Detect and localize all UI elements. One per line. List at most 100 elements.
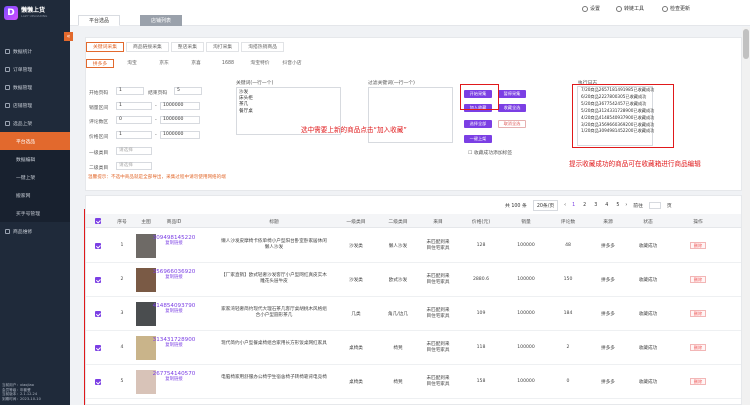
collect-tab-3[interactable]: 淘打采集 — [206, 42, 240, 52]
sidebar-item-3[interactable]: 店铺管理 — [0, 96, 70, 114]
page-number[interactable]: 4 — [605, 203, 608, 208]
cat2-select[interactable]: 请选择 — [116, 162, 152, 170]
tab-shop-list[interactable]: 店铺列表 — [140, 15, 183, 26]
sidebar-item-label: 数据管理 — [13, 85, 33, 91]
cat2-label: 二级类目 — [89, 166, 109, 171]
page-number[interactable]: 2 — [583, 203, 586, 208]
sidebar-item-0[interactable]: 数据统计 — [0, 42, 70, 60]
row-checkbox[interactable] — [95, 379, 101, 385]
sidebar-item-label: 选品上架 — [13, 121, 33, 127]
product-id-link[interactable]: 267754140570 复制链接 — [153, 371, 196, 383]
copy-link-button[interactable]: 复制链接 — [153, 275, 196, 281]
platform-tab-1[interactable]: 淘宝 — [118, 59, 146, 68]
copy-link-button[interactable]: 复制链接 — [153, 309, 196, 315]
collect-tab-4[interactable]: 淘搭热销商品 — [241, 42, 284, 52]
sidebar-item-1[interactable]: 订单管理 — [0, 60, 70, 78]
comments-to-input[interactable]: 1000000 — [160, 116, 200, 124]
sidebar-item-2[interactable]: 数据管理 — [0, 78, 70, 96]
platform-tab-6[interactable]: 抖音小店 — [278, 59, 306, 68]
page-number[interactable]: 3 — [594, 203, 597, 208]
select-all-button[interactable]: 选择全部 — [464, 120, 492, 128]
row-checkbox[interactable] — [95, 243, 101, 249]
product-id-link[interactable]: 414854093790 复制链接 — [153, 303, 196, 315]
platform-tab-2[interactable]: 京东 — [150, 59, 178, 68]
product-id-link[interactable]: 356966036920 复制链接 — [153, 269, 196, 281]
next-page-icon[interactable]: › — [625, 203, 627, 208]
end-page-input[interactable]: 5 — [174, 87, 202, 95]
scrollbar[interactable] — [742, 27, 750, 405]
start-page-label: 开始页码 — [89, 91, 109, 96]
product-id-link[interactable]: 313431728900 复制链接 — [153, 337, 196, 349]
collect-tab-1[interactable]: 商品链接采集 — [126, 42, 169, 52]
annotation-box-buttons — [460, 84, 499, 110]
link-icon — [616, 5, 622, 12]
comments: 150 — [563, 277, 573, 282]
sidebar-item-4[interactable]: 选品上架 — [0, 114, 70, 132]
cat1-select[interactable]: 请选择 — [116, 147, 152, 155]
price-from-input[interactable]: 1 — [116, 131, 152, 139]
copy-link-button[interactable]: 复制链接 — [153, 241, 196, 247]
column-header: 评论数 — [560, 220, 576, 225]
sidebar-item-6[interactable]: 数据编辑 — [0, 150, 70, 168]
copy-link-button[interactable]: 复制链接 — [153, 343, 196, 349]
platform-tab-0[interactable]: 拼多多 — [86, 59, 114, 68]
page-number[interactable]: 1 — [572, 203, 575, 208]
gear-icon — [582, 5, 588, 12]
comments-from-input[interactable]: 0 — [116, 116, 152, 124]
copy-link-button[interactable]: 复制链接 — [153, 377, 196, 383]
sidebar-item-9[interactable]: 买手号管理 — [0, 204, 70, 222]
select-all-checkbox[interactable] — [95, 218, 101, 224]
table-header: 序号 主图 商品ID 标题 一级类目 二级类目 来目 价格(元) 销量 评论数 来源 状态 操作 — [86, 214, 741, 228]
sidebar-item-7[interactable]: 一键上架 — [0, 168, 70, 186]
sidebar-item-5[interactable]: 平台选品 — [0, 132, 70, 150]
row-checkbox[interactable] — [95, 277, 101, 283]
sidebar-item-label: 平台选品 — [16, 139, 36, 145]
delete-button[interactable]: 删除 — [690, 344, 706, 351]
price: 118 — [476, 345, 486, 350]
link-tool-button[interactable]: 转链工具 — [616, 5, 644, 12]
refresh-icon — [662, 5, 668, 12]
sidebar-toggle-icon[interactable]: « — [64, 32, 73, 41]
annotation-add-favorite: 选中需要上新的商品点击“加入收藏” — [301, 126, 407, 134]
scrollbar-thumb[interactable] — [743, 29, 749, 59]
start-page-input[interactable]: 1 — [116, 87, 144, 95]
delete-button[interactable]: 删除 — [690, 310, 706, 317]
table-row: 1 309498145220 复制链接 懒人沙发皮摩椅卡侬单椅小户型阳台卧室卧家居休闲… — [86, 229, 741, 263]
source-category: 未匹配到来目住宅家具 — [426, 342, 450, 353]
platform-tab-5[interactable]: 淘宝特价 — [246, 59, 274, 68]
sales: 100000 — [517, 311, 535, 316]
goto-label: 前往 — [633, 204, 643, 209]
page-size-select[interactable]: 20条/页 — [532, 200, 559, 211]
origin: 拼多多 — [601, 278, 615, 283]
update-button[interactable]: 检查更新 — [662, 5, 690, 12]
keyword-label: 关键词(一行一个) — [236, 81, 274, 86]
sales-to-input[interactable]: 1000000 — [160, 102, 200, 110]
collect-tab-2[interactable]: 整店采集 — [170, 42, 204, 52]
prev-page-icon[interactable]: ‹ — [564, 203, 566, 208]
delete-button[interactable]: 删除 — [690, 242, 706, 249]
sidebar-item-10[interactable]: 商品维修 — [0, 222, 70, 240]
platform-tab-4[interactable]: 1688 — [214, 59, 242, 68]
row-checkbox[interactable] — [95, 345, 101, 351]
filter-keyword-textarea[interactable] — [368, 87, 453, 143]
product-id-link[interactable]: 309498145220 复制链接 — [153, 235, 196, 247]
collect-tab-0[interactable]: 关键词采集 — [86, 42, 124, 52]
status: 收藏成功 — [638, 244, 658, 249]
delete-button[interactable]: 删除 — [690, 276, 706, 283]
one-click-upload-button[interactable]: 一键上架 — [464, 135, 492, 143]
tab-platform[interactable]: 平台选品 — [78, 15, 121, 26]
platform-tab-3[interactable]: 京喜 — [182, 59, 210, 68]
sales-from-input[interactable]: 1 — [116, 102, 152, 110]
favorite-all-button[interactable]: 收藏全选 — [498, 104, 526, 112]
goto-input[interactable] — [648, 202, 661, 209]
sidebar-item-8[interactable]: 搬家网 — [0, 186, 70, 204]
delete-button[interactable]: 删除 — [690, 378, 706, 385]
settings-button[interactable]: 设置 — [582, 5, 600, 12]
sales: 100000 — [517, 345, 535, 350]
auto-tag-checkbox[interactable]: ☐ 收藏成功添加标签 — [468, 149, 512, 156]
price-to-input[interactable]: 1000000 — [160, 131, 200, 139]
cancel-select-button[interactable]: 取消全选 — [498, 120, 526, 128]
page-number[interactable]: 5 — [616, 203, 619, 208]
stop-collect-button[interactable]: 暂停采集 — [498, 90, 526, 98]
row-checkbox[interactable] — [95, 311, 101, 317]
